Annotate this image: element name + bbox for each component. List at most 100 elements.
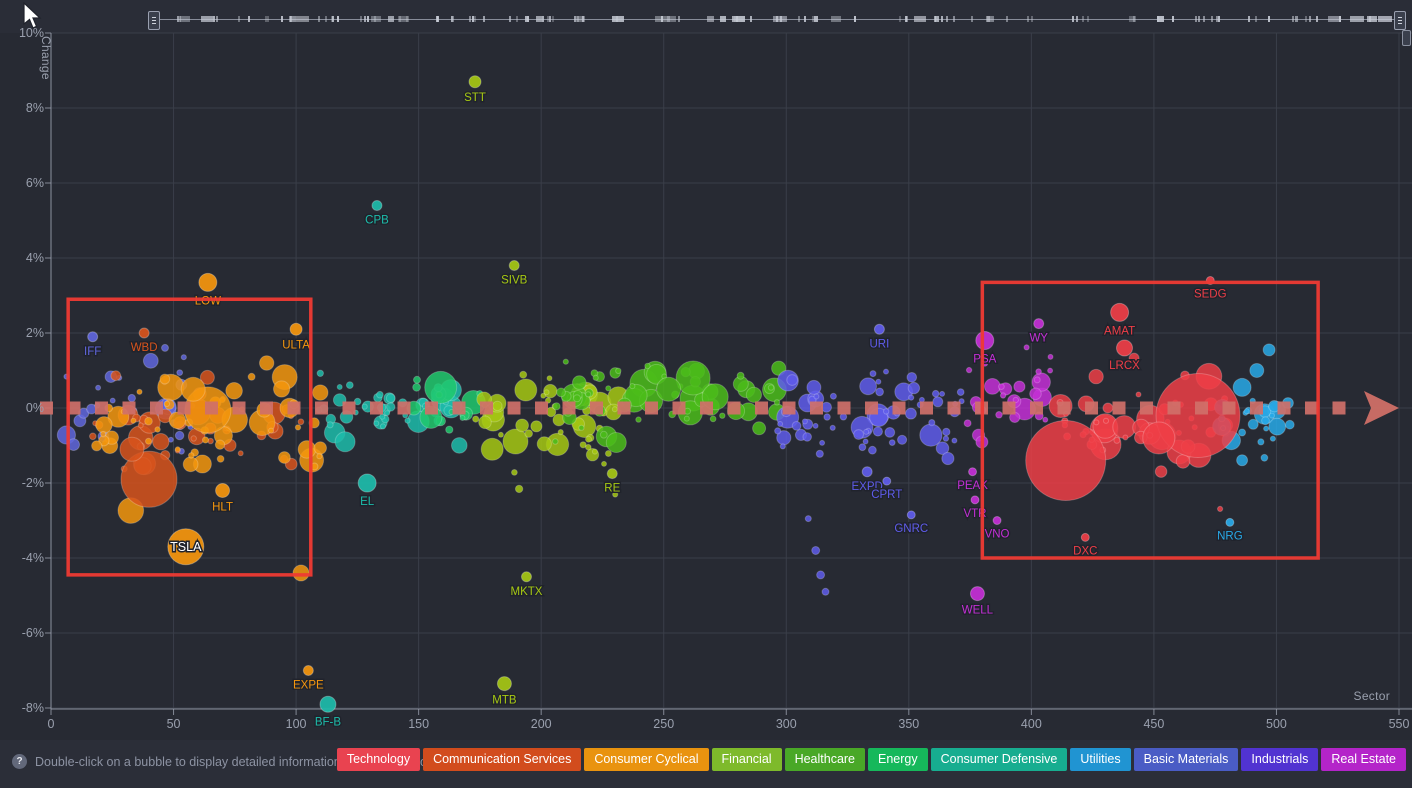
bubble[interactable] bbox=[1036, 369, 1042, 375]
bubble[interactable] bbox=[1263, 344, 1275, 356]
bubble[interactable] bbox=[128, 394, 135, 401]
bubble[interactable] bbox=[778, 422, 783, 427]
bubble[interactable] bbox=[943, 436, 948, 441]
bubble[interactable] bbox=[164, 401, 169, 406]
bubble[interactable] bbox=[805, 516, 811, 522]
bubble[interactable] bbox=[985, 379, 1001, 395]
bubble[interactable] bbox=[414, 376, 421, 383]
bubble[interactable] bbox=[96, 385, 101, 390]
bubble[interactable] bbox=[586, 444, 592, 450]
bubble[interactable] bbox=[183, 457, 198, 472]
bubble[interactable] bbox=[775, 428, 781, 434]
bubble[interactable] bbox=[317, 370, 323, 376]
bubble[interactable] bbox=[940, 391, 945, 396]
bubble[interactable] bbox=[558, 430, 563, 435]
bubble[interactable] bbox=[293, 565, 309, 581]
bubble[interactable] bbox=[600, 431, 607, 438]
bubble[interactable] bbox=[710, 416, 716, 422]
bubble[interactable] bbox=[1000, 393, 1005, 398]
bubble[interactable] bbox=[746, 387, 761, 402]
bubble[interactable] bbox=[1136, 392, 1141, 397]
bubble[interactable] bbox=[386, 394, 395, 403]
legend-item-utilities[interactable]: Utilities bbox=[1070, 748, 1130, 771]
bubble[interactable] bbox=[160, 374, 170, 384]
bubble[interactable] bbox=[645, 363, 650, 368]
bubble[interactable] bbox=[737, 372, 744, 379]
bubble-GNRC[interactable] bbox=[907, 511, 915, 519]
bubble-LOW[interactable] bbox=[199, 273, 217, 291]
bubble[interactable] bbox=[215, 440, 224, 449]
bubble[interactable] bbox=[803, 433, 812, 442]
bubble[interactable] bbox=[1285, 420, 1294, 429]
bubble[interactable] bbox=[145, 417, 153, 425]
bubble[interactable] bbox=[162, 344, 169, 351]
bubble[interactable] bbox=[131, 418, 136, 423]
bubble[interactable] bbox=[525, 430, 533, 438]
bubble[interactable] bbox=[573, 376, 587, 390]
bubble[interactable] bbox=[792, 422, 801, 431]
bubble[interactable] bbox=[876, 379, 881, 384]
bubble[interactable] bbox=[531, 421, 542, 432]
bubble[interactable] bbox=[452, 438, 468, 454]
bubble[interactable] bbox=[966, 367, 971, 372]
bubble[interactable] bbox=[337, 385, 342, 390]
bubble[interactable] bbox=[317, 454, 322, 459]
bubble[interactable] bbox=[1250, 364, 1264, 378]
legend-item-industrials[interactable]: Industrials bbox=[1241, 748, 1318, 771]
bubble-ULTA[interactable] bbox=[290, 323, 302, 335]
bubble[interactable] bbox=[314, 442, 326, 454]
bubble[interactable] bbox=[964, 420, 971, 427]
bubble[interactable] bbox=[884, 409, 889, 414]
bubble[interactable] bbox=[812, 547, 820, 555]
bubble[interactable] bbox=[909, 395, 914, 400]
bubble[interactable] bbox=[720, 413, 725, 418]
bubble[interactable] bbox=[1103, 403, 1113, 413]
bubble[interactable] bbox=[830, 393, 836, 399]
bubble[interactable] bbox=[498, 432, 503, 437]
bubble[interactable] bbox=[460, 416, 465, 421]
bubble[interactable] bbox=[612, 407, 617, 412]
bubble[interactable] bbox=[1048, 354, 1053, 359]
bubble-HLT[interactable] bbox=[216, 484, 230, 498]
bubble[interactable] bbox=[863, 439, 868, 444]
bubble[interactable] bbox=[537, 437, 551, 451]
bubble-LRCX[interactable] bbox=[1116, 340, 1132, 356]
bubble[interactable] bbox=[870, 371, 876, 377]
bubble-MKTX[interactable] bbox=[521, 572, 531, 582]
bubble[interactable] bbox=[547, 376, 552, 381]
bubble[interactable] bbox=[269, 428, 274, 433]
bubble[interactable] bbox=[1014, 381, 1025, 392]
bubble[interactable] bbox=[807, 380, 821, 394]
bubble[interactable] bbox=[1239, 429, 1246, 436]
bubble-WELL[interactable] bbox=[970, 587, 984, 601]
bubble[interactable] bbox=[385, 411, 390, 416]
bubble[interactable] bbox=[362, 404, 367, 409]
bubble[interactable] bbox=[802, 419, 807, 424]
bubble[interactable] bbox=[380, 414, 385, 419]
bubble[interactable] bbox=[279, 452, 291, 464]
bubble[interactable] bbox=[822, 402, 832, 412]
bubble[interactable] bbox=[557, 388, 566, 397]
bubble[interactable] bbox=[753, 422, 766, 435]
bubble-SIVB[interactable] bbox=[509, 261, 519, 271]
bubble[interactable] bbox=[1237, 455, 1248, 466]
bubble[interactable] bbox=[684, 416, 689, 421]
bubble[interactable] bbox=[110, 398, 115, 403]
bubble[interactable] bbox=[780, 444, 785, 449]
bubble[interactable] bbox=[859, 444, 866, 451]
bubble[interactable] bbox=[885, 428, 895, 438]
bubble[interactable] bbox=[876, 388, 884, 396]
bubble[interactable] bbox=[787, 375, 798, 386]
bubble[interactable] bbox=[387, 403, 395, 411]
bubble[interactable] bbox=[473, 416, 479, 422]
legend-item-healthcare[interactable]: Healthcare bbox=[785, 748, 865, 771]
bubble-CPB[interactable] bbox=[372, 201, 382, 211]
bubble[interactable] bbox=[768, 385, 773, 390]
bubble[interactable] bbox=[1094, 420, 1099, 425]
bubble[interactable] bbox=[1218, 506, 1223, 511]
bubble-STT[interactable] bbox=[469, 76, 481, 88]
bubble[interactable] bbox=[374, 421, 379, 426]
bubble[interactable] bbox=[515, 485, 522, 492]
bubble-EXPE[interactable] bbox=[303, 666, 313, 676]
bubble-NRG[interactable] bbox=[1226, 518, 1234, 526]
